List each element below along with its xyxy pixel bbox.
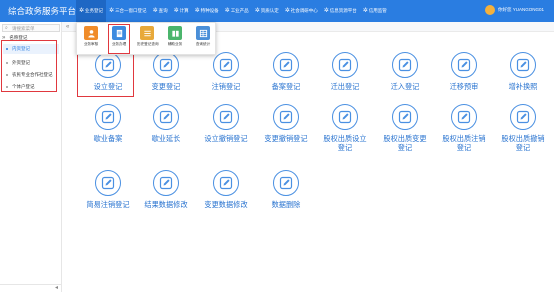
nav-item-industrial-products[interactable]: ✲ 工业产品 bbox=[222, 0, 252, 22]
gear-icon: ✲ bbox=[254, 8, 260, 14]
action-tile-label-line: 股权出质撤销 bbox=[501, 134, 545, 143]
collapse-icon[interactable]: ◂ bbox=[55, 285, 58, 292]
gear-icon: ✲ bbox=[79, 8, 85, 14]
user-menu[interactable]: 你好您 YUANGONG01 bbox=[484, 5, 544, 15]
edit-icon bbox=[273, 170, 299, 196]
business-dropdown-menu: 业务审核 业务办理 历史登记查询 辅助业务 查询统计 bbox=[76, 22, 216, 55]
sidebar-highlight-box bbox=[1, 40, 57, 92]
edit-icon bbox=[332, 52, 358, 78]
edit-icon bbox=[273, 104, 299, 130]
nav-label: 信用监管 bbox=[368, 8, 387, 13]
top-bar: 综合政务服务平台 ✲ 业务登记 ✲ 三合一窗口登记 ✲ 查询 ✲ 计算 ✲ 特种设备 ✲ 工… bbox=[0, 0, 554, 22]
nav-item-query[interactable]: ✲ 查询 bbox=[150, 0, 171, 22]
list-icon bbox=[140, 26, 154, 40]
table-icon bbox=[196, 26, 210, 40]
edit-icon bbox=[510, 104, 536, 130]
nav-label: 查询 bbox=[158, 8, 168, 13]
dropdown-item-label: 查询统计 bbox=[195, 42, 211, 46]
edit-icon bbox=[153, 170, 179, 196]
action-tile[interactable]: 增补换照 bbox=[487, 52, 554, 91]
nav-item-calculate[interactable]: ✲ 计算 bbox=[171, 0, 192, 22]
nav-label: 工业产品 bbox=[230, 8, 249, 13]
user-name: 你好您 YUANGONG01 bbox=[497, 7, 544, 12]
action-tile-label-line: 数据删除 bbox=[271, 200, 301, 209]
edit-icon bbox=[213, 104, 239, 130]
nav-label: 信息资源平台 bbox=[329, 8, 357, 13]
action-tile-label: 增补换照 bbox=[487, 82, 554, 91]
nav-label: 资质认定 bbox=[260, 8, 279, 13]
dropdown-item-label: 业务审核 bbox=[83, 42, 99, 46]
dropdown-highlight-box bbox=[108, 24, 130, 54]
gear-icon: ✲ bbox=[224, 8, 230, 14]
action-tile-label: 数据删除 bbox=[250, 200, 322, 209]
edit-icon bbox=[451, 104, 477, 130]
gear-icon: ✲ bbox=[173, 8, 179, 14]
nav-label: 特种设备 bbox=[200, 8, 219, 13]
nav-item-social-research[interactable]: ✲ 社会调研中心 bbox=[282, 0, 321, 22]
nav-item-special-equipment[interactable]: ✲ 特种设备 bbox=[192, 0, 222, 22]
edit-icon bbox=[95, 170, 121, 196]
action-tile-label: 股权出质撤销 登记 bbox=[487, 134, 554, 152]
book-icon bbox=[168, 26, 182, 40]
edit-icon bbox=[510, 52, 536, 78]
action-tile-label-line: 登记 bbox=[515, 143, 531, 152]
action-tile[interactable]: 股权出质撤销 登记 bbox=[487, 104, 554, 152]
nav-item-info-resource[interactable]: ✲ 信息资源平台 bbox=[321, 0, 360, 22]
nav-label: 业务登记 bbox=[85, 8, 104, 13]
nav-item-credit[interactable]: ✲ 信用监管 bbox=[360, 0, 390, 22]
nav-item-qualification[interactable]: ✲ 资质认定 bbox=[252, 0, 282, 22]
gear-icon: ✲ bbox=[152, 8, 158, 14]
edit-icon bbox=[332, 104, 358, 130]
edit-icon bbox=[213, 170, 239, 196]
tab-scroll-left-icon[interactable]: « bbox=[66, 22, 69, 32]
edit-icon bbox=[451, 52, 477, 78]
nav-label: 计算 bbox=[179, 8, 189, 13]
dropdown-item-history[interactable]: 历史登记查询 bbox=[137, 26, 159, 47]
edit-icon bbox=[153, 52, 179, 78]
edit-icon bbox=[273, 52, 299, 78]
sidebar-footer: ◂ bbox=[0, 284, 62, 292]
nav-item-three-in-one[interactable]: ✲ 三合一窗口登记 bbox=[106, 0, 150, 22]
dropdown-item-assist[interactable]: 辅助业务 bbox=[165, 26, 185, 47]
dropdown-item-label: 辅助业务 bbox=[167, 42, 183, 46]
nav-item-business-registration[interactable]: ✲ 业务登记 bbox=[76, 0, 107, 22]
gear-icon: ✲ bbox=[362, 8, 368, 14]
dropdown-item-review[interactable]: 业务审核 bbox=[81, 26, 101, 47]
gear-icon: ✲ bbox=[323, 8, 329, 14]
gear-icon: ✲ bbox=[109, 8, 115, 14]
edit-icon bbox=[392, 104, 418, 130]
main-nav: ✲ 业务登记 ✲ 三合一窗口登记 ✲ 查询 ✲ 计算 ✲ 特种设备 ✲ 工业产品 ✲ 资质认定… bbox=[76, 0, 390, 22]
dropdown-item-statistics[interactable]: 查询统计 bbox=[193, 26, 213, 47]
person-icon bbox=[84, 26, 98, 40]
gear-icon: ✲ bbox=[284, 8, 290, 14]
edit-icon bbox=[392, 52, 418, 78]
nav-label: 三合一窗口登记 bbox=[115, 8, 147, 13]
gear-icon: ✲ bbox=[194, 8, 200, 14]
action-tile-label-line: 增补换照 bbox=[508, 82, 538, 91]
action-tile[interactable]: 数据删除 bbox=[250, 170, 322, 209]
dropdown-item-label: 历史登记查询 bbox=[137, 42, 159, 46]
search-icon: ⌕ bbox=[5, 25, 8, 31]
edit-icon bbox=[95, 104, 121, 130]
edit-icon bbox=[213, 52, 239, 78]
sidebar-search-input[interactable]: ⌕ 请搜索菜单 bbox=[2, 24, 60, 32]
nav-label: 社会调研中心 bbox=[290, 8, 318, 13]
search-placeholder: 请搜索菜单 bbox=[12, 26, 35, 31]
avatar bbox=[484, 5, 495, 15]
app-title: 综合政务服务平台 bbox=[8, 6, 77, 16]
edit-icon bbox=[153, 104, 179, 130]
